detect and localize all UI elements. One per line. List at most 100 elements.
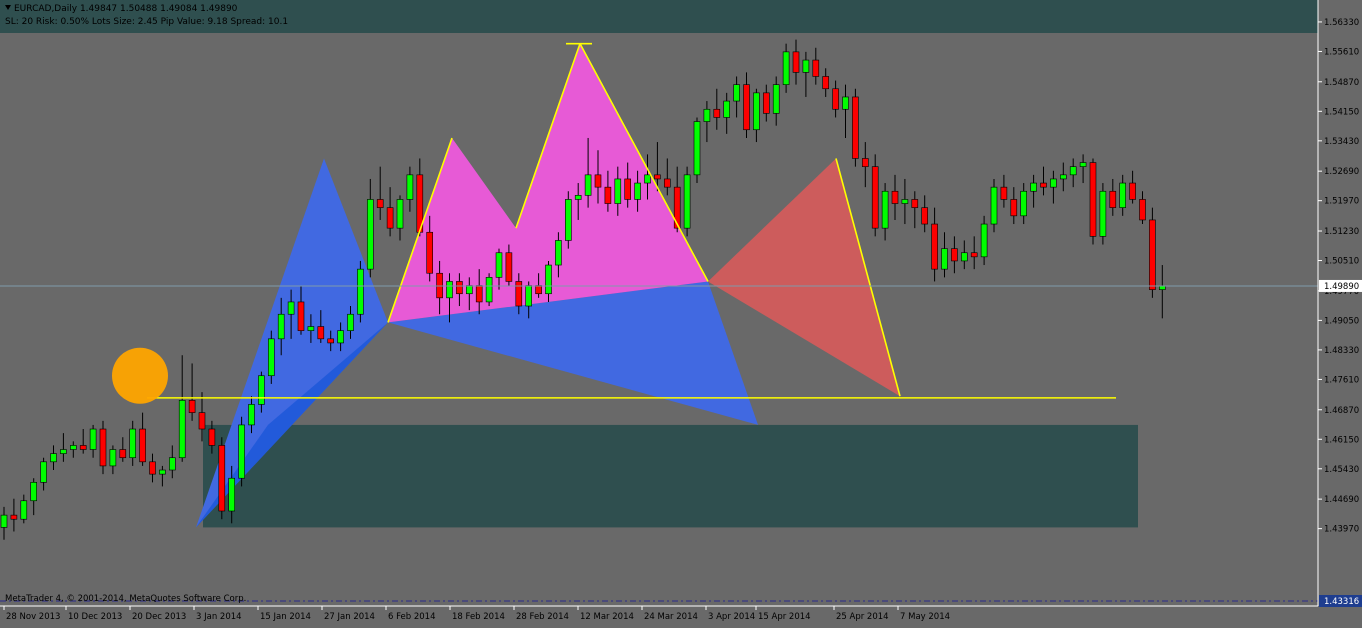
time-tick-label: 28 Nov 2013 xyxy=(6,612,60,622)
bear-candle xyxy=(505,252,513,282)
bear-candle xyxy=(594,174,602,188)
bull-candle xyxy=(159,469,166,475)
bear-candle xyxy=(921,207,929,225)
bear-candle xyxy=(327,338,335,344)
bear-candle xyxy=(891,190,899,204)
bull-candle xyxy=(733,84,740,102)
bull-candle xyxy=(40,461,47,483)
bull-candle xyxy=(238,424,245,479)
time-tick-label: 18 Feb 2014 xyxy=(452,612,505,622)
bull-candle xyxy=(584,174,592,196)
bear-candle xyxy=(376,199,384,208)
bear-candle xyxy=(317,326,325,340)
bull-candle xyxy=(723,100,731,118)
bull-candle xyxy=(881,190,889,229)
bull-candle xyxy=(555,240,562,266)
bear-candle xyxy=(812,59,820,77)
bear-candle xyxy=(10,514,18,520)
bull-candle xyxy=(357,268,364,315)
symbol-line: EURCAD,Daily 1.49847 1.50488 1.49084 1.4… xyxy=(5,3,288,16)
time-tick-label: 27 Jan 2014 xyxy=(324,612,375,622)
bull-candle xyxy=(70,445,77,450)
bull-candle xyxy=(277,313,285,340)
bull-candle xyxy=(89,428,97,450)
bull-candle xyxy=(644,174,651,184)
bottom-price-label: 1.43316 xyxy=(1324,597,1359,607)
price-tick-label: 1.50510 xyxy=(1324,257,1359,267)
bull-candle xyxy=(366,199,374,270)
chart-window[interactable]: 1.56330 1.55610 1.54870 1.54150 1.53430 1.526… xyxy=(0,0,1362,624)
trade-info-line: SL: 20 Risk: 0.50% Lots Size: 2.45 Pip V… xyxy=(5,17,289,27)
bear-candle xyxy=(624,178,632,200)
bear-candle xyxy=(1139,199,1146,221)
bull-candle xyxy=(1079,162,1087,167)
bear-candle xyxy=(475,285,483,303)
bull-candle xyxy=(802,59,810,73)
time-tick-label: 10 Dec 2013 xyxy=(68,612,122,622)
bull-candle xyxy=(1119,182,1126,208)
bear-candle xyxy=(931,223,938,270)
bull-candle xyxy=(634,182,641,200)
bull-candle xyxy=(693,121,701,176)
bear-candle xyxy=(208,428,216,446)
bear-candle xyxy=(456,281,463,295)
bear-candle xyxy=(970,252,978,258)
bull-candle xyxy=(1020,190,1028,217)
bear-candle xyxy=(218,445,226,512)
bear-candle xyxy=(604,186,612,204)
bull-candle xyxy=(1050,178,1057,188)
bull-candle xyxy=(465,285,473,295)
bull-candle xyxy=(703,108,711,122)
bear-candle xyxy=(99,428,107,467)
bull-candle xyxy=(50,453,57,463)
bear-candle xyxy=(822,76,830,90)
bull-candle xyxy=(574,195,582,200)
bull-candle xyxy=(178,400,186,459)
price-tick-label: 1.54150 xyxy=(1324,107,1359,117)
bear-candle xyxy=(79,445,87,450)
bear-candle xyxy=(1000,186,1008,200)
price-tick-label: 1.53430 xyxy=(1324,137,1359,147)
bear-candle xyxy=(149,461,156,475)
bear-candle xyxy=(426,231,434,274)
bear-candle xyxy=(792,51,800,73)
bull-candle xyxy=(782,51,790,85)
time-tick-label: 3 Jan 2014 xyxy=(196,612,242,622)
price-tick-label: 1.54870 xyxy=(1324,78,1359,88)
price-tick-label: 1.47610 xyxy=(1324,375,1359,385)
bull-candle xyxy=(772,84,780,114)
bull-candle xyxy=(614,178,622,204)
time-tick-label: 12 Mar 2014 xyxy=(580,612,634,622)
bull-candle xyxy=(753,92,760,131)
bull-candle xyxy=(545,264,552,295)
bear-candle xyxy=(198,412,206,430)
bull-candle xyxy=(0,514,8,528)
dropdown-triangle-icon[interactable] xyxy=(5,5,11,10)
bull-candle xyxy=(941,248,948,270)
time-tick-label: 7 May 2014 xyxy=(900,612,950,622)
bull-candle xyxy=(30,482,38,502)
bear-candle xyxy=(1129,182,1136,200)
price-tick-label: 1.44690 xyxy=(1324,495,1359,505)
bear-candle xyxy=(762,92,770,114)
bull-candle xyxy=(1159,285,1166,290)
time-tick-label: 25 Apr 2014 xyxy=(836,612,889,622)
bear-candle xyxy=(1010,199,1018,217)
bear-candle xyxy=(119,449,127,459)
bear-candle xyxy=(139,428,146,463)
time-tick-label: 20 Dec 2013 xyxy=(132,612,186,622)
bull-candle xyxy=(337,330,344,344)
bull-candle xyxy=(396,199,404,229)
time-tick-label: 6 Feb 2014 xyxy=(388,612,436,622)
bear-candle xyxy=(188,400,196,413)
bull-candle xyxy=(1030,182,1037,192)
price-tick-label: 1.52690 xyxy=(1324,167,1359,177)
bear-candle xyxy=(871,166,879,229)
bull-candle xyxy=(901,199,909,204)
copyright-text: MetaTrader 4, © 2001-2014, MetaQuotes So… xyxy=(5,594,246,604)
time-tick-label: 15 Jan 2014 xyxy=(260,612,311,622)
time-tick-label: 3 Apr 2014 xyxy=(708,612,755,622)
bid-price-label: 1.49890 xyxy=(1324,282,1359,292)
price-chart[interactable]: 1.56330 1.55610 1.54870 1.54150 1.53430 1.526… xyxy=(0,0,1362,624)
price-tick-label: 1.45430 xyxy=(1324,465,1359,475)
